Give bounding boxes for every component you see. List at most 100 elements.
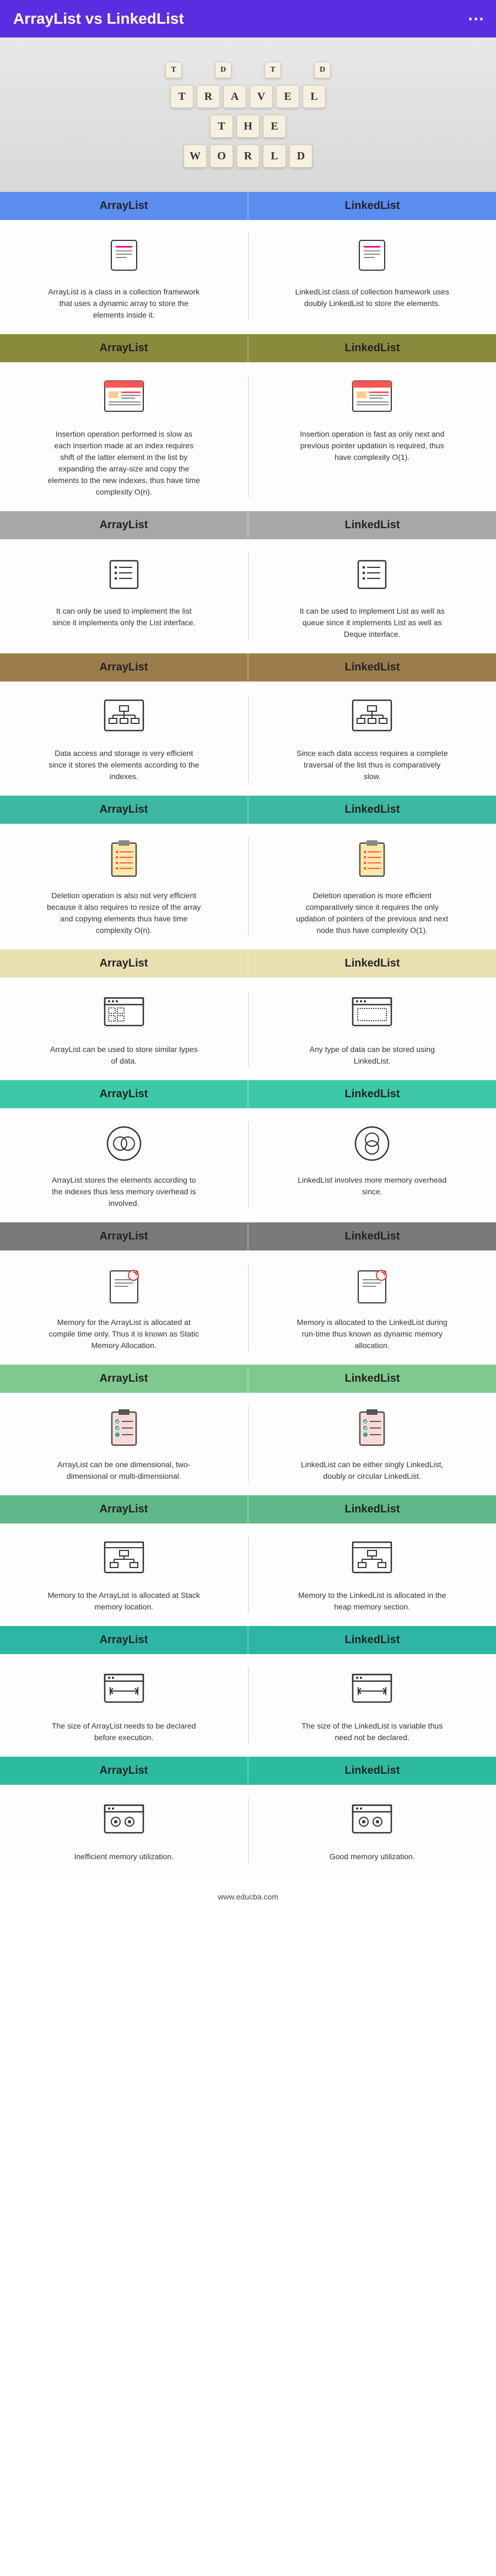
row-desc-left: ArrayList can be one dimensional, two-di… bbox=[47, 1459, 201, 1482]
section-header: ArrayListLinkedList bbox=[0, 1222, 496, 1251]
tile: R bbox=[197, 85, 220, 108]
row-desc-right: Since each data access requires a comple… bbox=[295, 748, 449, 782]
section-header: ArrayListLinkedList bbox=[0, 1080, 496, 1108]
row-desc-right: Any type of data can be stored using Lin… bbox=[295, 1044, 449, 1067]
title-bar: ArrayList vs LinkedList bbox=[0, 0, 496, 37]
row-icon-left bbox=[102, 375, 146, 420]
row-icon-right bbox=[350, 1537, 394, 1581]
header-left: ArrayList bbox=[0, 796, 247, 824]
header-right: LinkedList bbox=[249, 1222, 496, 1251]
row-desc-left: Memory for the ArrayList is allocated at… bbox=[47, 1317, 201, 1351]
header-left: ArrayList bbox=[0, 334, 247, 362]
hero-image: T D T D T R A V E L T H E W O R L D bbox=[0, 37, 496, 192]
header-left: ArrayList bbox=[0, 1626, 247, 1654]
comparison-row: Inefficient memory utilization. Good mem… bbox=[0, 1785, 496, 1876]
header-right: LinkedList bbox=[249, 1626, 496, 1654]
row-icon-left bbox=[102, 1406, 146, 1450]
section-header: ArrayListLinkedList bbox=[0, 511, 496, 539]
row-desc-right: Memory is allocated to the LinkedList du… bbox=[295, 1317, 449, 1351]
tile: L bbox=[303, 85, 326, 108]
comparison-row: ArrayList can be used to store similar t… bbox=[0, 978, 496, 1080]
header-right: LinkedList bbox=[249, 511, 496, 539]
section-header: ArrayListLinkedList bbox=[0, 1757, 496, 1785]
header-right: LinkedList bbox=[249, 949, 496, 978]
comparison-row: Deletion operation is also not very effi… bbox=[0, 824, 496, 949]
tile: H bbox=[236, 115, 260, 138]
footer-url: www.educba.com bbox=[0, 1876, 496, 1918]
tile: T bbox=[265, 62, 281, 78]
comparison-row: The size of ArrayList needs to be declar… bbox=[0, 1654, 496, 1757]
row-desc-left: Insertion operation performed is slow as… bbox=[47, 428, 201, 498]
header-right: LinkedList bbox=[249, 1365, 496, 1393]
row-icon-right bbox=[350, 552, 394, 597]
row-desc-left: ArrayList is a class in a collection fra… bbox=[47, 286, 201, 321]
row-desc-right: Memory to the LinkedList is allocated in… bbox=[295, 1590, 449, 1613]
header-right: LinkedList bbox=[249, 1757, 496, 1785]
row-icon-right bbox=[350, 1798, 394, 1842]
row-desc-right: LinkedList can be either singly LinkedLi… bbox=[295, 1459, 449, 1482]
comparison-row: ArrayList stores the elements according … bbox=[0, 1108, 496, 1222]
tile: D bbox=[314, 62, 331, 78]
row-desc-left: Deletion operation is also not very effi… bbox=[47, 890, 201, 936]
row-icon-left bbox=[102, 837, 146, 881]
comparison-row: It can only be used to implement the lis… bbox=[0, 539, 496, 653]
row-icon-right bbox=[350, 837, 394, 881]
section-header: ArrayListLinkedList bbox=[0, 1495, 496, 1523]
header-left: ArrayList bbox=[0, 949, 247, 978]
tile: W bbox=[184, 144, 207, 168]
tile: T bbox=[170, 85, 193, 108]
row-desc-left: It can only be used to implement the lis… bbox=[47, 605, 201, 629]
row-desc-right: Good memory utilization. bbox=[330, 1851, 415, 1863]
row-icon-left bbox=[102, 1798, 146, 1842]
tile: D bbox=[289, 144, 312, 168]
header-left: ArrayList bbox=[0, 1222, 247, 1251]
row-icon-left bbox=[102, 991, 146, 1035]
header-left: ArrayList bbox=[0, 653, 247, 681]
row-icon-right bbox=[350, 375, 394, 420]
row-desc-left: Inefficient memory utilization. bbox=[74, 1851, 174, 1863]
row-icon-left bbox=[102, 1121, 146, 1166]
row-desc-right: The size of the LinkedList is variable t… bbox=[295, 1720, 449, 1743]
row-icon-left bbox=[102, 1537, 146, 1581]
row-desc-left: ArrayList can be used to store similar t… bbox=[47, 1044, 201, 1067]
header-left: ArrayList bbox=[0, 1495, 247, 1523]
row-icon-left bbox=[102, 233, 146, 277]
section-header: ArrayListLinkedList bbox=[0, 192, 496, 220]
row-desc-left: Data access and storage is very efficien… bbox=[47, 748, 201, 782]
section-header: ArrayListLinkedList bbox=[0, 1365, 496, 1393]
section-header: ArrayListLinkedList bbox=[0, 334, 496, 362]
tile: D bbox=[215, 62, 231, 78]
row-icon-right bbox=[350, 233, 394, 277]
row-icon-left bbox=[102, 695, 146, 739]
row-desc-right: It can be used to implement List as well… bbox=[295, 605, 449, 640]
comparison-row: ArrayList can be one dimensional, two-di… bbox=[0, 1393, 496, 1495]
header-left: ArrayList bbox=[0, 511, 247, 539]
menu-icon bbox=[469, 18, 483, 20]
header-right: LinkedList bbox=[249, 1495, 496, 1523]
row-desc-left: Memory to the ArrayList is allocated at … bbox=[47, 1590, 201, 1613]
row-icon-left bbox=[102, 1264, 146, 1308]
row-icon-left bbox=[102, 552, 146, 597]
row-icon-right bbox=[350, 1264, 394, 1308]
header-right: LinkedList bbox=[249, 1080, 496, 1108]
section-header: ArrayListLinkedList bbox=[0, 1626, 496, 1654]
tile: T bbox=[210, 115, 233, 138]
tile: E bbox=[276, 85, 299, 108]
header-left: ArrayList bbox=[0, 1365, 247, 1393]
section-header: ArrayListLinkedList bbox=[0, 796, 496, 824]
comparison-row: Data access and storage is very efficien… bbox=[0, 681, 496, 796]
page-title: ArrayList vs LinkedList bbox=[13, 10, 184, 28]
comparison-row: ArrayList is a class in a collection fra… bbox=[0, 220, 496, 334]
header-left: ArrayList bbox=[0, 192, 247, 220]
comparison-row: Insertion operation performed is slow as… bbox=[0, 362, 496, 511]
header-left: ArrayList bbox=[0, 1080, 247, 1108]
header-right: LinkedList bbox=[249, 653, 496, 681]
row-icon-right bbox=[350, 695, 394, 739]
header-right: LinkedList bbox=[249, 334, 496, 362]
header-right: LinkedList bbox=[249, 796, 496, 824]
tile: T bbox=[165, 62, 182, 78]
row-desc-left: ArrayList stores the elements according … bbox=[47, 1174, 201, 1209]
row-icon-right bbox=[350, 1406, 394, 1450]
row-icon-right bbox=[350, 1667, 394, 1711]
tile: O bbox=[210, 144, 233, 168]
